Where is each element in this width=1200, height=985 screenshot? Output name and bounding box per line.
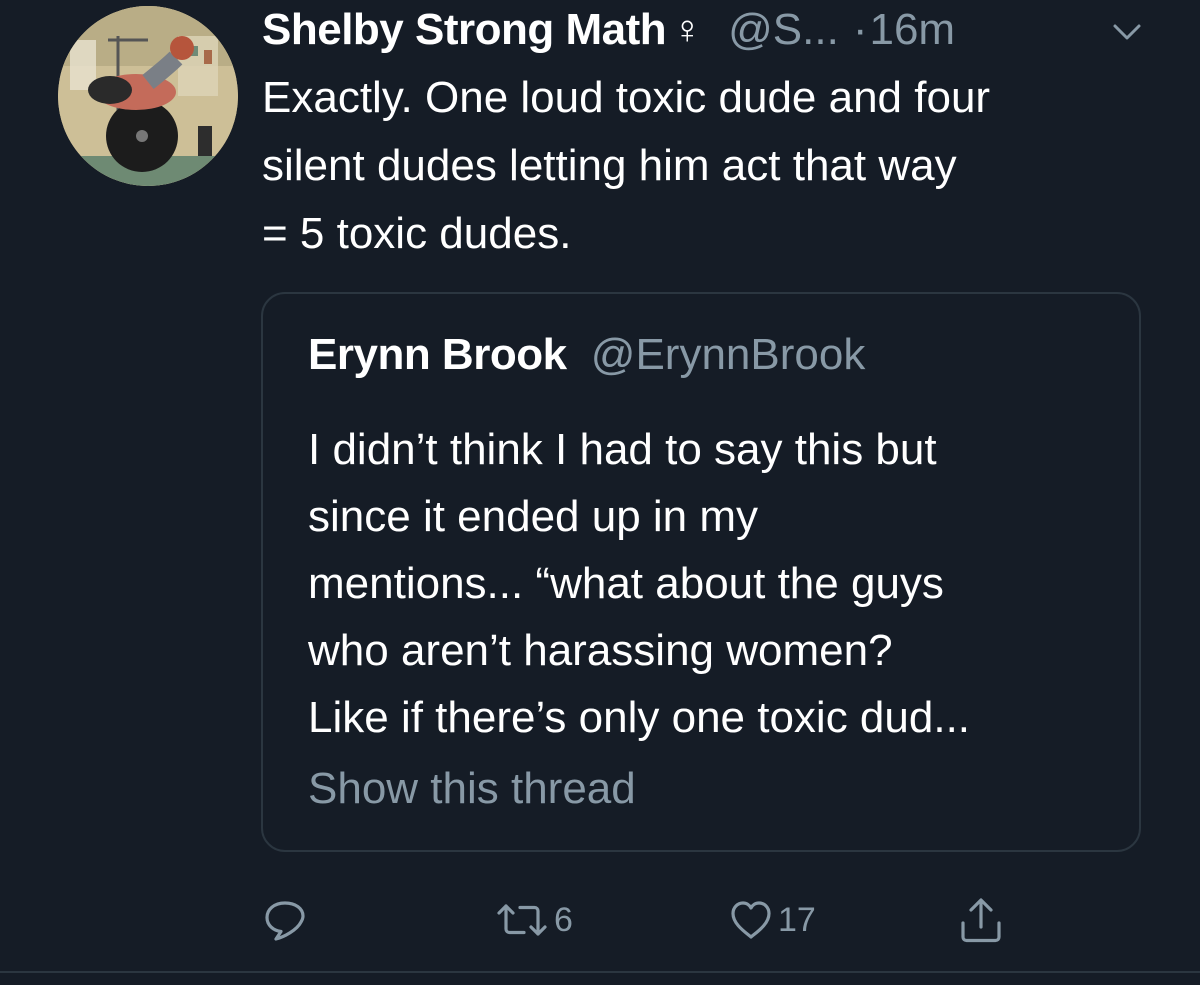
quoted-text-line: who aren’t harassing women? — [308, 626, 893, 675]
separator-dot: · — [852, 5, 868, 54]
quoted-text-line: Like if there’s only one toxic dud... — [308, 693, 971, 742]
tweet-text: Exactly. One loud toxic dude and four si… — [262, 64, 1162, 268]
reply-button[interactable] — [262, 890, 308, 950]
quoted-tweet-card[interactable]: Erynn Brook @ErynnBrook I didn’t think I… — [261, 292, 1141, 852]
like-count: 17 — [778, 900, 816, 939]
show-thread-link[interactable]: Show this thread — [308, 764, 636, 814]
avatar-photo — [58, 6, 238, 186]
share-icon — [961, 898, 1001, 943]
user-handle[interactable]: @S... — [728, 5, 839, 55]
retweet-button[interactable]: 6 — [494, 890, 573, 950]
retweet-count: 6 — [554, 900, 573, 939]
chevron-down-icon[interactable] — [1110, 20, 1144, 44]
female-symbol-icon: ♀ — [672, 7, 703, 52]
timestamp[interactable]: 16m — [869, 5, 955, 55]
quoted-text-line: mentions... “what about the guys — [308, 559, 944, 608]
quoted-text-line: since it ended up in my — [308, 492, 759, 541]
divider — [0, 971, 1200, 973]
quoted-text-line: I didn’t think I had to say this but — [308, 425, 937, 474]
tweet-header: Shelby Strong Math ♀ @S... · 16m — [262, 2, 1162, 58]
share-button[interactable] — [958, 890, 1004, 950]
like-button[interactable]: 17 — [728, 890, 816, 950]
tweet-text-line: = 5 toxic dudes. — [262, 209, 572, 258]
quoted-tweet-text: I didn’t think I had to say this but sin… — [308, 416, 1108, 751]
quoted-user-handle: @ErynnBrook — [590, 330, 866, 379]
quoted-display-name: Erynn Brook — [308, 330, 567, 379]
display-name[interactable]: Shelby Strong Math — [262, 5, 667, 55]
heart-icon — [731, 901, 771, 939]
avatar[interactable] — [58, 6, 238, 186]
tweet-text-line: Exactly. One loud toxic dude and four — [262, 73, 991, 122]
tweet-action-bar: 6 17 — [0, 890, 1200, 950]
reply-icon — [265, 901, 305, 941]
tweet-text-line: silent dudes letting him act that way — [262, 141, 957, 190]
retweet-icon — [497, 904, 547, 936]
quoted-tweet-header: Erynn Brook @ErynnBrook — [308, 330, 865, 380]
